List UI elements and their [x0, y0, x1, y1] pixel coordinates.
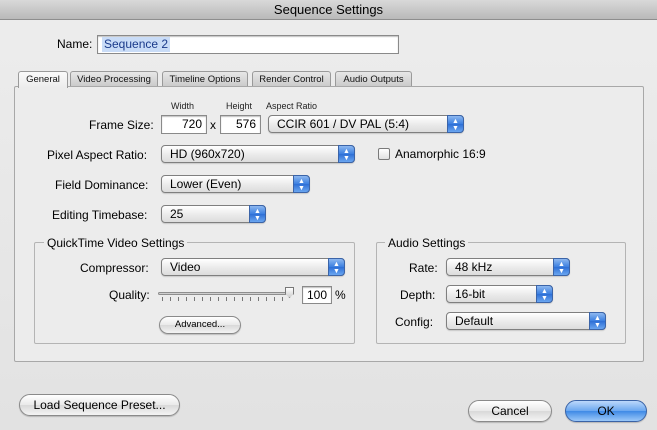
popup-arrows-icon: ▲ ▼	[338, 145, 355, 163]
depth-label: Depth:	[400, 288, 436, 302]
popup-arrows-icon: ▲ ▼	[553, 258, 570, 276]
sequence-settings-window: Sequence Settings Name: Sequence 2 Gener…	[0, 0, 657, 430]
field-dominance-label: Field Dominance:	[55, 178, 149, 192]
name-value: Sequence 2	[102, 37, 171, 52]
quality-slider-track	[158, 292, 294, 295]
quality-slider[interactable]	[154, 287, 298, 301]
editing-timebase-popup[interactable]: 25 ▲ ▼	[161, 205, 266, 223]
compressor-label: Compressor:	[80, 261, 149, 275]
anamorphic-label: Anamorphic 16:9	[395, 147, 486, 161]
cancel-button[interactable]: Cancel	[468, 400, 552, 422]
name-field[interactable]: Sequence 2	[97, 35, 399, 54]
popup-arrows-icon: ▲ ▼	[328, 258, 345, 276]
popup-arrows-icon: ▲ ▼	[589, 312, 606, 330]
window-title: Sequence Settings	[273, 2, 384, 17]
quality-field[interactable]: 100	[302, 286, 332, 304]
quality-unit: %	[335, 288, 346, 302]
tab-timeline-options[interactable]: Timeline Options	[162, 71, 248, 87]
audio-settings-title: Audio Settings	[385, 236, 469, 250]
popup-arrows-icon: ▲ ▼	[293, 175, 310, 193]
compressor-popup[interactable]: Video ▲ ▼	[161, 258, 345, 276]
aspect-ratio-header: Aspect Ratio	[266, 101, 318, 111]
tab-audio-outputs[interactable]: Audio Outputs	[335, 71, 412, 87]
aspect-ratio-value: CCIR 601 / DV PAL (5:4)	[277, 117, 410, 131]
ok-button[interactable]: OK	[565, 400, 647, 422]
pixel-aspect-label: Pixel Aspect Ratio:	[47, 148, 148, 162]
config-popup[interactable]: Default ▲ ▼	[446, 312, 606, 330]
quicktime-settings-title: QuickTime Video Settings	[44, 236, 188, 250]
field-dominance-value: Lower (Even)	[170, 177, 242, 191]
compressor-value: Video	[170, 260, 201, 274]
pixel-aspect-popup[interactable]: HD (960x720) ▲ ▼	[161, 145, 355, 163]
popup-arrows-icon: ▲ ▼	[536, 285, 553, 303]
name-label: Name:	[57, 37, 93, 51]
field-dominance-popup[interactable]: Lower (Even) ▲ ▼	[161, 175, 310, 193]
frame-size-label: Frame Size:	[89, 118, 154, 132]
tab-render-control[interactable]: Render Control	[252, 71, 331, 87]
advanced-button[interactable]: Advanced...	[159, 316, 241, 334]
aspect-ratio-popup[interactable]: CCIR 601 / DV PAL (5:4) ▲ ▼	[268, 115, 464, 133]
editing-timebase-label: Editing Timebase:	[52, 208, 148, 222]
size-separator: x	[210, 118, 216, 132]
title-bar: Sequence Settings	[0, 0, 657, 20]
height-field[interactable]: 576	[220, 115, 261, 134]
editing-timebase-value: 25	[170, 207, 184, 221]
rate-label: Rate:	[409, 261, 438, 275]
rate-popup[interactable]: 48 kHz ▲ ▼	[446, 258, 570, 276]
anamorphic-checkbox[interactable]	[378, 148, 390, 160]
quality-slider-thumb[interactable]	[285, 287, 294, 298]
depth-popup[interactable]: 16-bit ▲ ▼	[446, 285, 553, 303]
width-header: Width	[171, 101, 195, 111]
depth-value: 16-bit	[455, 287, 486, 301]
height-header: Height	[226, 101, 253, 111]
tab-video-processing[interactable]: Video Processing	[70, 71, 158, 87]
config-value: Default	[455, 314, 494, 328]
pixel-aspect-value: HD (960x720)	[170, 147, 245, 161]
quality-label: Quality:	[109, 288, 150, 302]
load-sequence-preset-button[interactable]: Load Sequence Preset...	[19, 394, 180, 416]
popup-arrows-icon: ▲ ▼	[249, 205, 266, 223]
width-field[interactable]: 720	[161, 115, 207, 134]
config-label: Config:	[395, 315, 434, 329]
popup-arrows-icon: ▲ ▼	[447, 115, 464, 133]
tab-general[interactable]: General	[18, 71, 68, 88]
rate-value: 48 kHz	[455, 260, 493, 274]
